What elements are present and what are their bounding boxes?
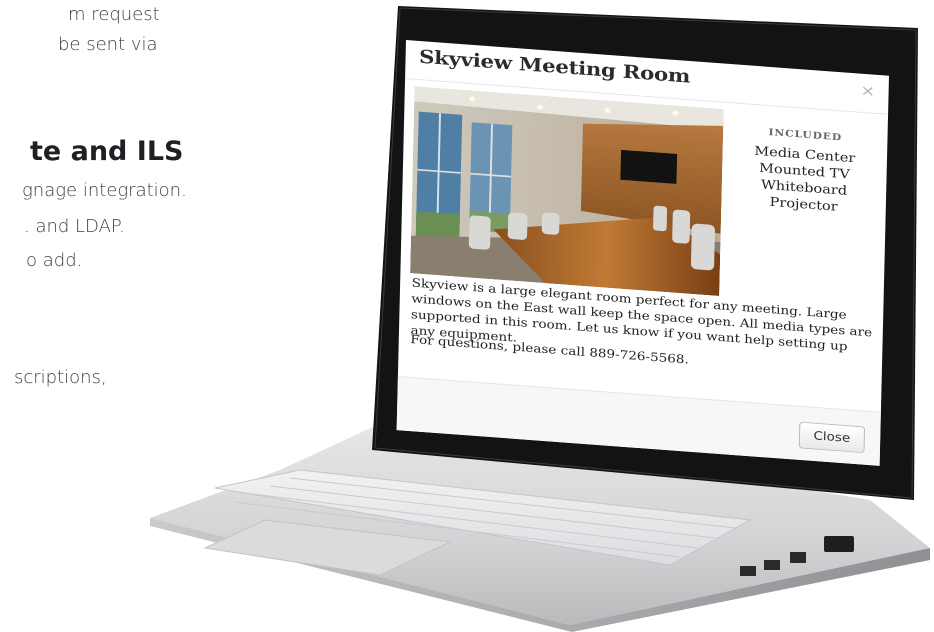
close-button[interactable]: Close <box>798 421 866 454</box>
modal-dialog: Skyview Meeting Room × INCLUDED Media Ce… <box>396 40 889 466</box>
included-amenities: INCLUDED Media Center Mounted TV Whitebo… <box>736 124 873 217</box>
room-photo <box>410 86 724 296</box>
close-icon[interactable]: × <box>860 82 875 101</box>
